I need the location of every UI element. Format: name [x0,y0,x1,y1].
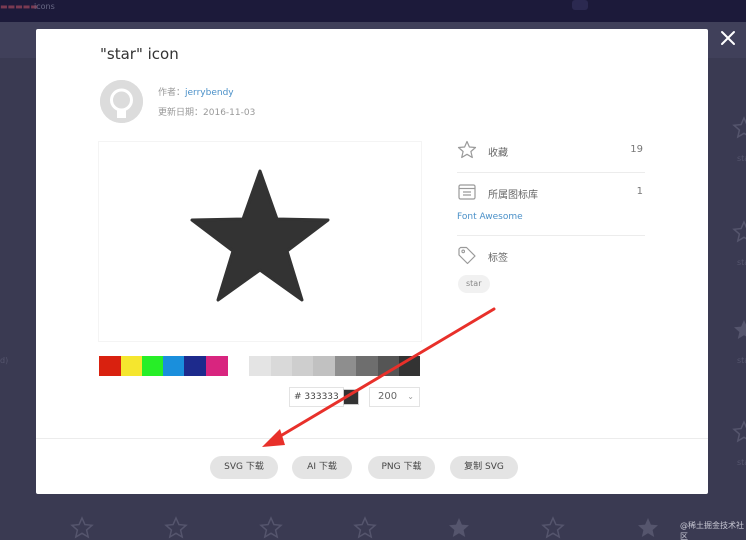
color-swatch[interactable] [378,356,399,376]
ai-download-button[interactable]: AI 下载 [292,456,352,479]
background-star-icon[interactable] [447,516,471,540]
color-swatch[interactable] [292,356,313,376]
library-label: 所属图标库 [488,190,538,201]
icon-preview [99,142,421,341]
tags-label: 标签 [488,253,508,264]
tags-row: 标签 [457,245,645,265]
divider [457,235,645,236]
date-prefix: 更新日期： [158,108,204,118]
background-star-icon[interactable] [732,220,746,244]
color-swatch[interactable] [228,356,249,376]
divider [457,172,645,173]
user-avatar[interactable] [572,0,588,10]
background-star-icon[interactable] [732,318,746,342]
color-swatch[interactable] [99,356,121,376]
icon-title: "star" icon [100,45,179,63]
color-swatch[interactable] [356,356,378,376]
png-download-button[interactable]: PNG 下载 [368,456,435,479]
background-label: sta [737,258,746,267]
color-swatch[interactable] [399,356,420,376]
copy-svg-button[interactable]: 复制 SVG [450,456,518,479]
color-swatch[interactable] [249,356,271,376]
background-star-icon[interactable] [732,420,746,444]
background-star-icon[interactable] [70,516,94,540]
author-avatar[interactable] [100,80,143,123]
nav-red-text: ▬▬▬▬▬ [0,2,38,11]
size-select[interactable]: 200 ⌄ [369,387,420,407]
background-star-icon[interactable] [636,516,660,540]
color-swatch[interactable] [163,356,184,376]
favorites-row[interactable]: 收藏 19 [457,140,645,160]
chevron-down-icon: ⌄ [407,392,414,401]
color-palette [99,356,420,376]
footer-divider [36,438,708,439]
favorites-label: 收藏 [488,148,508,159]
author-prefix: 作者： [158,88,186,98]
background-star-icon[interactable] [732,116,746,140]
favorites-count: 19 [630,144,643,155]
date-value: 2016-11-03 [203,108,256,118]
svg-download-button[interactable]: SVG 下载 [210,456,278,479]
color-swatch[interactable] [142,356,163,376]
top-navbar: ▬▬▬▬▬ icons [0,0,746,22]
author-name-link[interactable]: jerrybendy [185,88,234,98]
background-star-icon[interactable] [259,516,283,540]
tag-chip[interactable]: star [458,275,490,293]
color-swatch[interactable] [206,356,228,376]
library-icon [457,182,477,202]
background-label: sta [737,154,746,163]
star-icon [190,169,330,302]
color-swatch[interactable] [184,356,206,376]
author-info: 作者：jerrybendy [158,85,234,98]
background-star-icon[interactable] [164,516,188,540]
close-icon[interactable] [718,28,738,48]
background-label: sta [737,458,746,467]
breadcrumb: icons [34,2,55,11]
background-label: sta [737,356,746,365]
tag-icon [457,245,477,265]
background-text: d) [0,356,9,365]
library-row: 所属图标库 1 [457,182,645,202]
star-outline-icon[interactable] [457,140,477,160]
size-value: 200 [378,391,398,402]
library-count: 1 [636,186,643,197]
update-date: 更新日期：2016-11-03 [158,105,255,118]
library-link[interactable]: Font Awesome [457,212,523,222]
color-swatch[interactable] [313,356,335,376]
watermark: @稀土掘金技术社区 [680,521,744,540]
hex-color-input[interactable]: # 333333 [289,387,344,407]
background-star-icon[interactable] [353,516,377,540]
color-swatch[interactable] [271,356,292,376]
color-preview-chip [343,389,359,405]
color-swatch[interactable] [335,356,356,376]
icon-detail-modal: "star" icon 作者：jerrybendy 更新日期：2016-11-0… [36,29,708,494]
color-swatch[interactable] [121,356,142,376]
background-star-icon[interactable] [541,516,565,540]
